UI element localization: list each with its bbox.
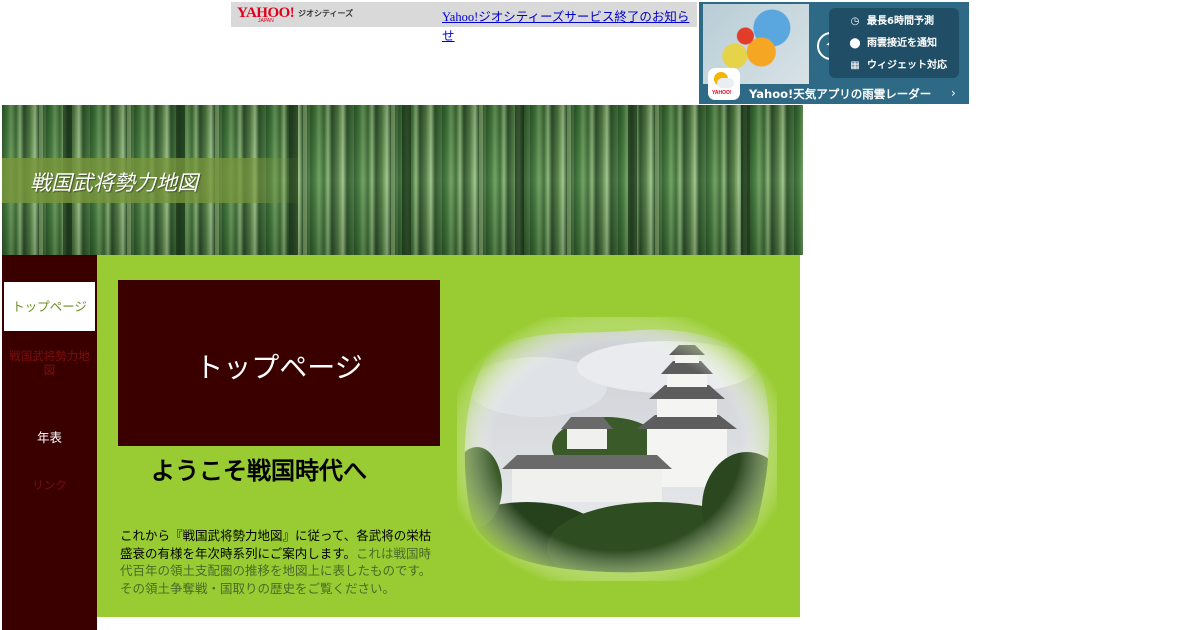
- cloud-icon: [717, 78, 734, 88]
- weather-app-ad[interactable]: YAHOO! ☂ ◷最長6時間予測 ⬤雨雲接近を通知 ▦ウィジェット対応 Yah…: [699, 2, 969, 104]
- pin-icon: ⬤: [849, 38, 861, 49]
- yahoo-logo-sub: JAPAN: [258, 18, 274, 24]
- intro-text: これから『戦国武将勢力地図』に従って、各武将の栄枯盛衰の有様を年次時系列にご案内…: [120, 527, 438, 597]
- ad-feature-item: ◷ 最長6時間予測: [849, 13, 959, 31]
- ad-feature-label: 雨雲接近を通知: [867, 38, 937, 49]
- main-content: トップページ ようこそ戦国時代へ これから『戦国武将勢力地図』に従って、各武将の…: [97, 255, 800, 617]
- sidebar-item-power-map[interactable]: 戦国武将勢力地図: [4, 345, 95, 403]
- clock-icon: ◷: [850, 16, 860, 27]
- weather-app-icon: YAHOO!: [708, 68, 740, 100]
- app-icon-brand: YAHOO!: [712, 90, 732, 96]
- heading-box: トップページ: [118, 280, 440, 446]
- yahoo-geocities-bar: YAHOO! JAPAN ジオシティーズ Yahoo!ジオシティーズサービス終了…: [231, 2, 697, 43]
- service-end-notice-link[interactable]: Yahoo!ジオシティーズサービス終了のお知らせ: [442, 6, 697, 44]
- ad-feature-label: 最長6時間予測: [867, 16, 934, 27]
- sidebar-item-top-page[interactable]: トップページ: [4, 282, 95, 331]
- site-title: 戦国武将勢力地図: [30, 171, 198, 195]
- welcome-heading: ようこそ戦国時代へ: [151, 457, 367, 485]
- geocities-label: ジオシティーズ: [298, 9, 354, 18]
- ad-cta-text[interactable]: Yahoo!天気アプリの雨雲レーダー: [749, 86, 931, 102]
- ad-feature-item: ▦ ウィジェット対応: [849, 57, 959, 75]
- bamboo-banner: 戦国武将勢力地図: [2, 105, 803, 255]
- ad-feature-label: ウィジェット対応: [867, 60, 947, 71]
- widget-icon: ▦: [850, 60, 860, 71]
- ad-feature-list: ◷ 最長6時間予測 ⬤ 雨雲接近を通知 ▦ ウィジェット対応: [829, 8, 959, 78]
- sidebar-item-chronology[interactable]: 年表: [4, 427, 95, 446]
- himeji-castle-image: [457, 317, 777, 581]
- chevron-right-icon[interactable]: ›: [951, 86, 956, 100]
- ad-feature-item: ⬤ 雨雲接近を通知: [849, 35, 959, 53]
- sidebar-item-links[interactable]: リンク: [4, 477, 95, 493]
- page-title: トップページ: [195, 351, 363, 384]
- sidebar-nav: トップページ 戦国武将勢力地図 年表 リンク: [2, 255, 97, 630]
